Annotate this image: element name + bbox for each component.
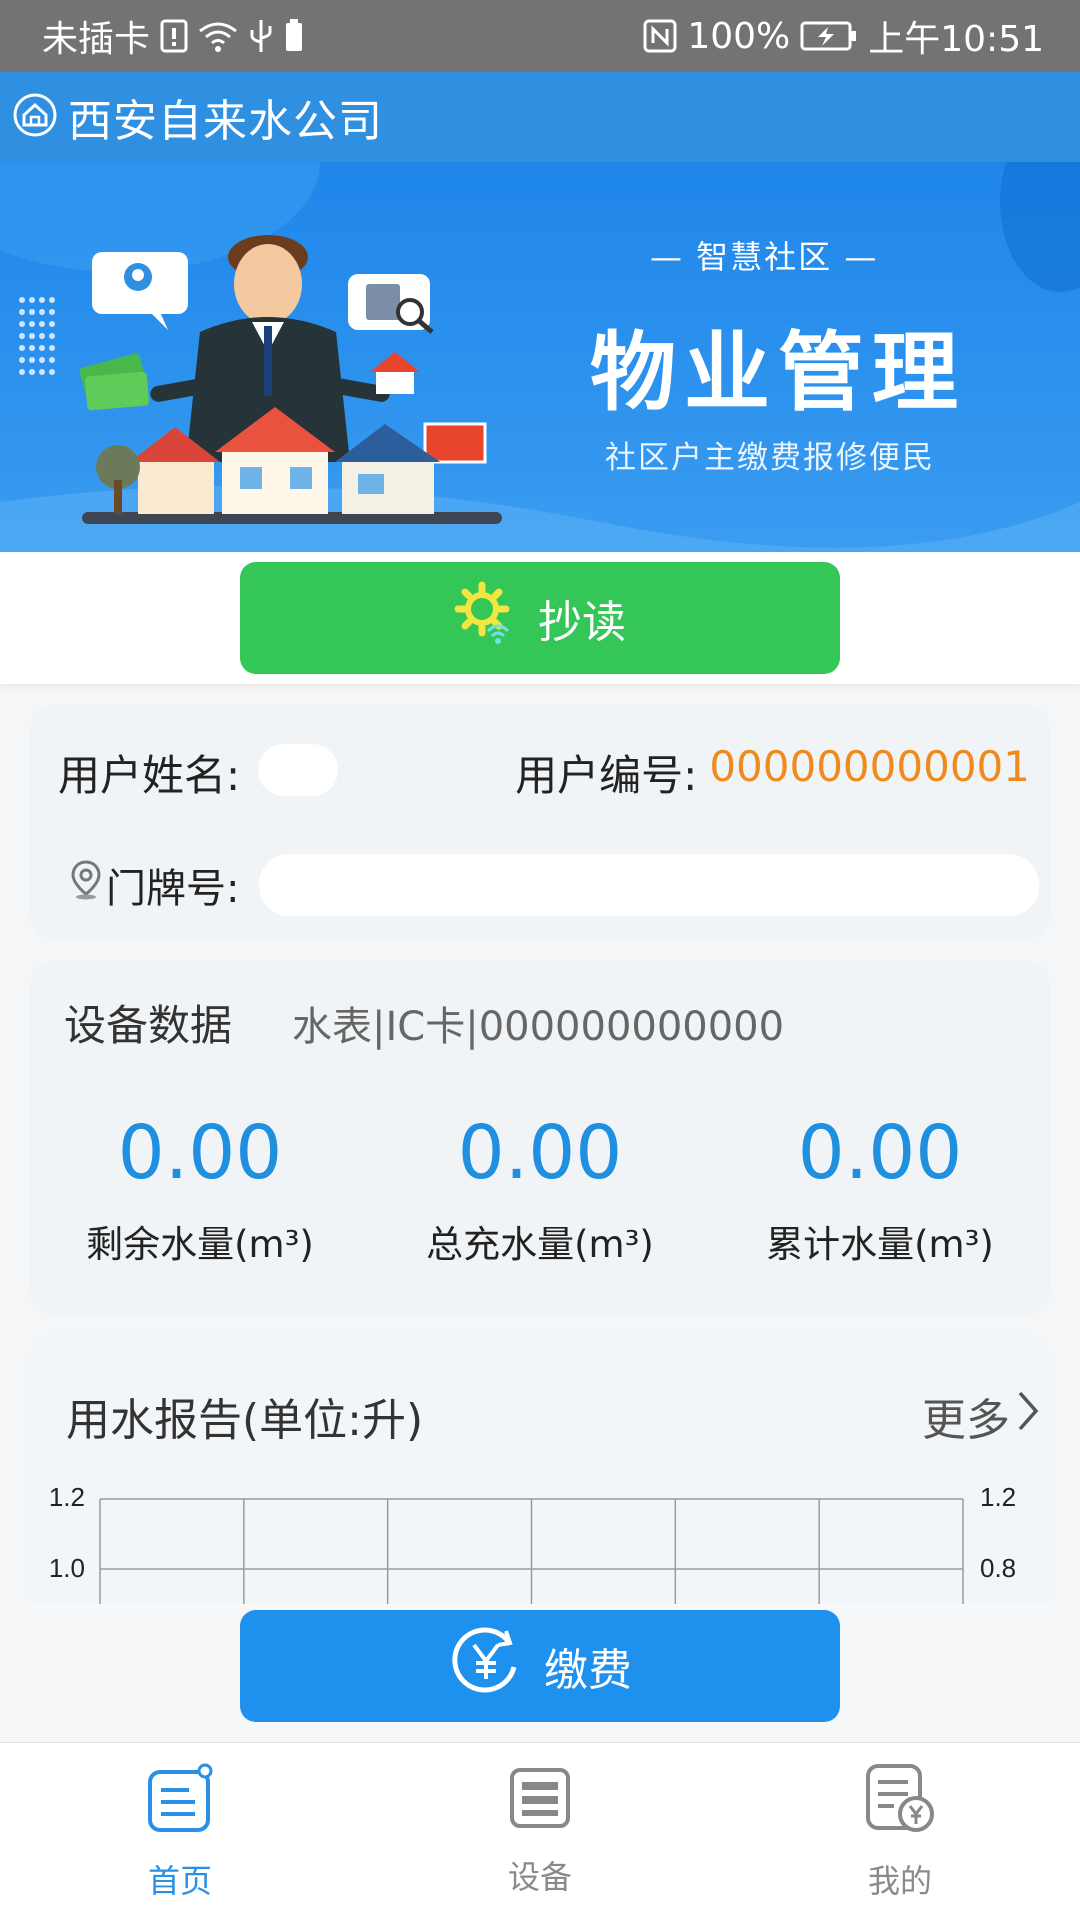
banner-title: 物业管理 [590, 323, 966, 423]
stat-label: 剩余水量(m³) [86, 1223, 314, 1266]
report-header: 用水报告(单位:升) 更多 [66, 1384, 1040, 1448]
user-name-label: 用户姓名: [58, 751, 241, 800]
right-tick-label: 0.8 [980, 1553, 1016, 1583]
device-stats: 0.00 剩余水量(m³) 0.00 总充水量(m³) 0.00 累计水量(m³… [30, 1110, 1050, 1268]
user-id-label: 用户编号: [515, 751, 698, 800]
stat-value: 0.00 [117, 1110, 283, 1196]
pay-button-area: 缴费 [0, 1604, 1080, 1742]
stat-label: 累计水量(m³) [766, 1223, 994, 1266]
address-row: 门牌号: [70, 854, 1040, 916]
home-doc-icon [145, 1762, 215, 1842]
right-tick-label: 1.2 [980, 1482, 1016, 1512]
pay-button[interactable]: 缴费 [240, 1610, 840, 1722]
stat-remaining-water: 0.00 剩余水量(m³) [30, 1110, 370, 1268]
nav-item-home[interactable]: 首页 [0, 1743, 360, 1921]
redacted-mask [258, 743, 339, 796]
no-sim-icon [160, 19, 188, 53]
stat-value: 0.00 [457, 1110, 623, 1196]
app-header: 西安自来水公司 [0, 72, 1080, 162]
stat-total-recharge: 0.00 总充水量(m³) [370, 1110, 710, 1268]
address-label: 门牌号: [106, 866, 240, 912]
user-row: 用户姓名: 用户编号: 000000000001 [58, 742, 1030, 803]
device-info: 水表|IC卡|000000000000 [292, 1004, 785, 1050]
status-bar: 未插卡 100% 上午10:51 [0, 0, 1080, 72]
left-tick-label: 1.2 [49, 1482, 85, 1512]
more-link[interactable]: 更多 [922, 1384, 1040, 1448]
stat-label: 总充水量(m³) [426, 1223, 654, 1266]
battery-alert-icon [284, 19, 304, 53]
address-value-redacted [259, 854, 1040, 916]
read-button-area: 抄读 [0, 552, 1080, 684]
nav-label: 我的 [867, 1862, 932, 1900]
usb-icon [248, 18, 274, 54]
chevron-right-icon [1016, 1389, 1040, 1444]
pay-button-label: 缴费 [544, 1645, 632, 1696]
banner: — 智慧社区 — 物业管理 社区户主缴费报修便民 [0, 162, 1080, 552]
banner-subtitle-top: — 智慧社区 — [650, 238, 879, 276]
bill-yen-icon [864, 1762, 936, 1842]
battery-charging-icon [800, 20, 858, 52]
banner-subtitle-bottom: 社区户主缴费报修便民 [605, 440, 935, 476]
user-id-value: 000000000001 [709, 742, 1030, 791]
user-name-value [258, 742, 339, 803]
nav-label: 首页 [147, 1862, 212, 1900]
nav-label: 设备 [507, 1858, 572, 1896]
report-title: 用水报告(单位:升) [66, 1395, 424, 1446]
user-info-card: 用户姓名: 用户编号: 000000000001 门牌号: [30, 704, 1050, 940]
yen-circle-icon [448, 1623, 524, 1710]
nav-item-mine[interactable]: 我的 [720, 1743, 1080, 1921]
read-button[interactable]: 抄读 [240, 562, 840, 674]
clock: 上午10:51 [868, 19, 1044, 60]
device-header: 设备数据 水表|IC卡|000000000000 [64, 992, 784, 1053]
page-title: 西安自来水公司 [68, 96, 383, 147]
gear-wifi-icon [454, 581, 518, 656]
left-tick-label: 1.0 [49, 1553, 85, 1583]
read-button-label: 抄读 [538, 597, 626, 648]
wifi-icon [198, 19, 238, 53]
nav-item-device[interactable]: 设备 [360, 1743, 720, 1921]
home-icon[interactable] [12, 92, 58, 142]
location-pin-icon [70, 860, 102, 910]
carrier-text: 未插卡 [42, 19, 151, 60]
more-label: 更多 [922, 1395, 1010, 1446]
device-icon [508, 1766, 572, 1838]
stat-value: 0.00 [797, 1110, 963, 1196]
nfc-icon [643, 19, 677, 53]
bottom-nav: 首页 设备 我的 [0, 1742, 1080, 1921]
device-title: 设备数据 [64, 1001, 233, 1050]
battery-percent: 100% [687, 15, 791, 57]
device-data-card: 设备数据 水表|IC卡|000000000000 0.00 剩余水量(m³) 0… [30, 960, 1050, 1314]
stat-cumulative-water: 0.00 累计水量(m³) [710, 1110, 1050, 1268]
